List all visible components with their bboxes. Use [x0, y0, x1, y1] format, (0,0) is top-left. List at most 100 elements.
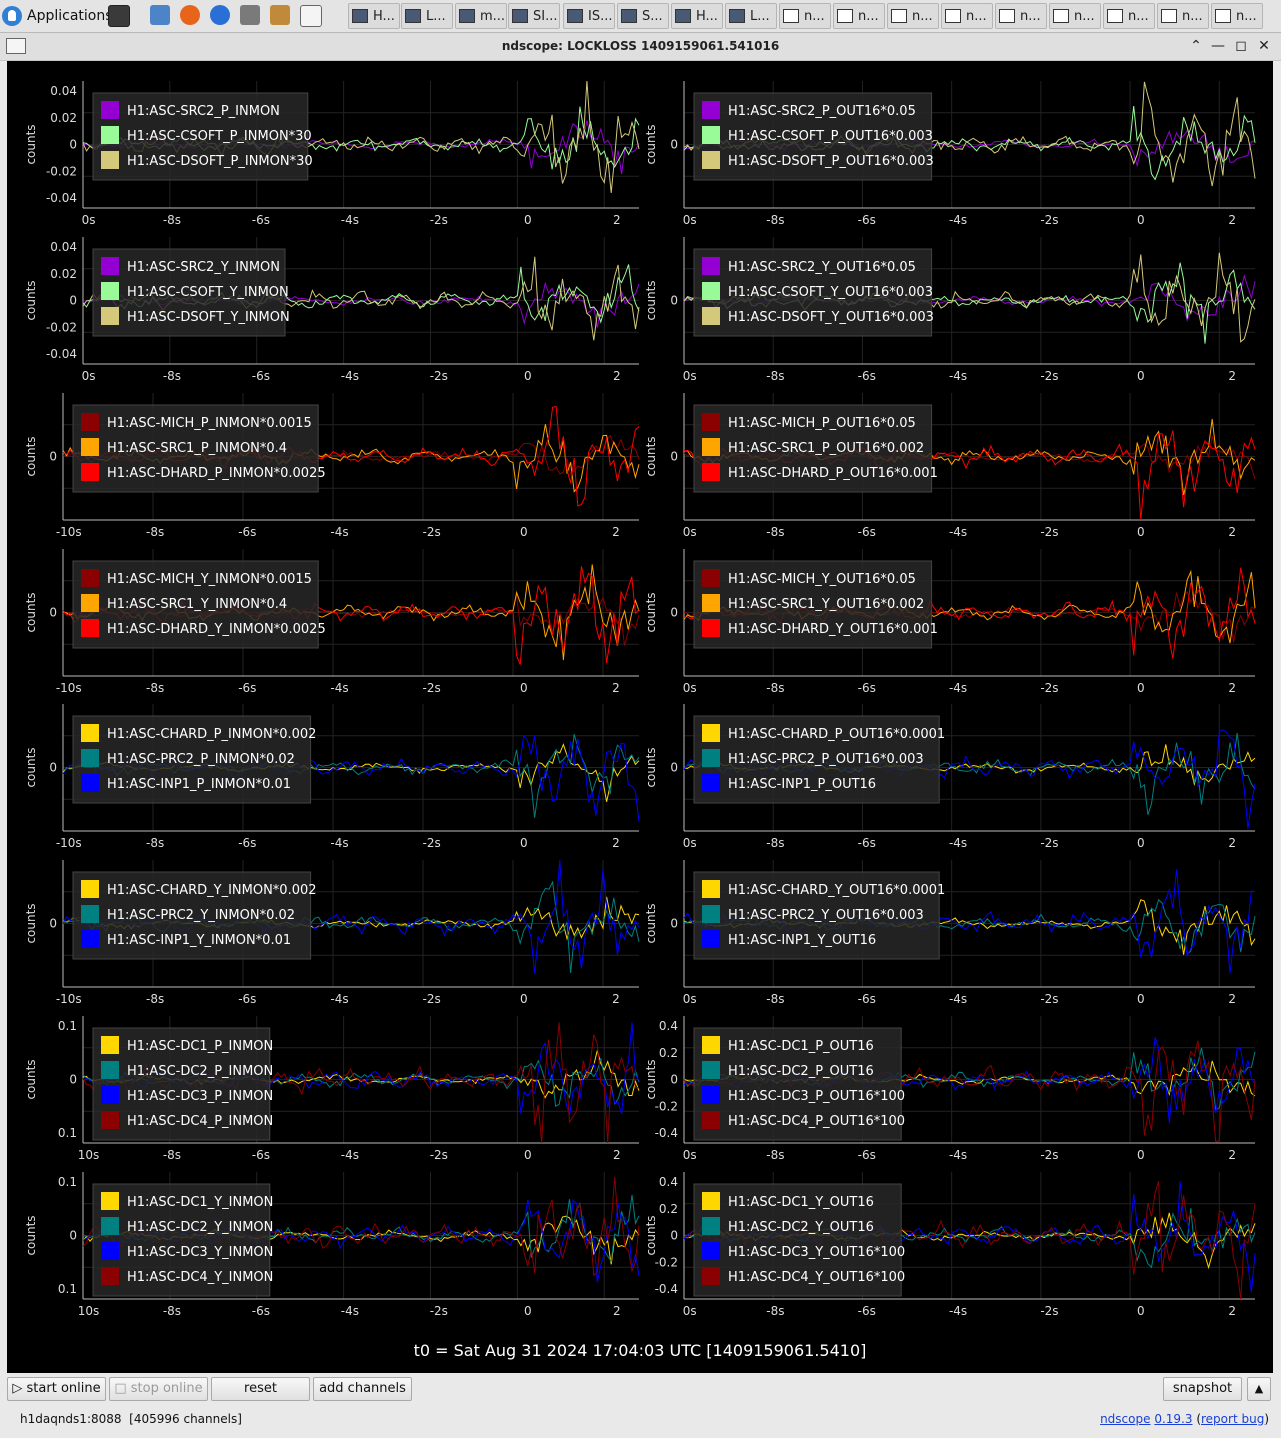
- legend-color-swatch: [81, 594, 99, 612]
- plot-panel[interactable]: counts 0 0s -8s -6s -4s -2s 0 2 H1:ASC-SRC2_Y_OUT…: [644, 237, 1256, 383]
- legend-label: H1:ASC-INP1_Y_INMON*0.01: [107, 933, 291, 948]
- x-tick-label: -6s: [858, 213, 876, 227]
- stop-online-button[interactable]: □ stop online: [109, 1377, 208, 1401]
- taskbar-window-button[interactable]: IS...: [563, 3, 615, 29]
- x-tick-label: -10s: [56, 836, 82, 850]
- x-tick-label: -4s: [330, 836, 348, 850]
- legend-color-swatch: [101, 1192, 119, 1210]
- legend-color-swatch: [101, 1267, 119, 1285]
- legend-label: H1:ASC-DSOFT_Y_INMON: [127, 310, 290, 325]
- x-tick-label: 10s: [78, 1148, 100, 1162]
- maximize-window-icon[interactable]: ◻: [1231, 36, 1251, 56]
- taskbar-window-button[interactable]: n...: [887, 3, 939, 29]
- file-manager-launcher-icon[interactable]: [150, 5, 170, 25]
- x-tick-label: -8s: [146, 525, 164, 539]
- x-tick-label: 0: [1137, 1148, 1145, 1162]
- shade-window-icon[interactable]: ⌃: [1186, 36, 1206, 56]
- ndscope-link[interactable]: ndscope: [1100, 1412, 1150, 1426]
- taskbar-window-label: n...: [1128, 8, 1149, 24]
- plot-panel[interactable]: counts 0 0s -8s -6s -4s -2s 0 2 H1:ASC-CHARD_Y_OU…: [644, 860, 1256, 1006]
- chromium-launcher-icon[interactable]: [210, 5, 230, 25]
- taskbar-window-button[interactable]: n...: [941, 3, 993, 29]
- plot-panel[interactable]: counts 0 0s -8s -6s -4s -2s 0 2 H1:ASC-MICH_P_OUT…: [644, 393, 1256, 539]
- taskbar-window-button[interactable]: n...: [779, 3, 831, 29]
- close-window-icon[interactable]: ✕: [1254, 36, 1274, 56]
- taskbar-window-button[interactable]: n...: [1211, 3, 1263, 29]
- taskbar-window-button[interactable]: H...: [671, 3, 723, 29]
- taskbar-window-button[interactable]: L...: [725, 3, 777, 29]
- x-tick-label: -6s: [858, 992, 876, 1006]
- plots-canvas[interactable]: counts 0.04 0.02 0 -0.02 -0.04 0s -8s -6s -4s -2s 0…: [7, 61, 1273, 1373]
- plot-panel[interactable]: counts 0 0s -8s -6s -4s -2s 0 2 H1:ASC-MICH_Y_OUT…: [644, 549, 1256, 695]
- x-tick-label: -8s: [766, 836, 784, 850]
- x-tick-label: 2: [612, 992, 620, 1006]
- start-online-button[interactable]: ▷ start online: [7, 1377, 106, 1401]
- plot-panel[interactable]: counts 0 -10s -8s -6s -4s -2s 0 2 H1:ASC-MICH_Y_I…: [24, 549, 640, 695]
- x-tick-label: 2: [1228, 681, 1236, 695]
- minimize-window-icon[interactable]: —: [1208, 36, 1228, 56]
- y-tick-label: 0.1: [58, 1019, 77, 1033]
- taskbar-window-button[interactable]: n...: [995, 3, 1047, 29]
- legend-color-swatch: [81, 619, 99, 637]
- plot-panel[interactable]: counts 0 0s -8s -6s -4s -2s 0 2 H1:ASC-CHARD_P_OU…: [644, 704, 1256, 850]
- legend-label: H1:ASC-SRC2_P_INMON: [127, 104, 280, 119]
- x-tick-label: -4s: [330, 525, 348, 539]
- plot-panel[interactable]: counts 0 -10s -8s -6s -4s -2s 0 2 H1:ASC-CHARD_Y_…: [24, 859, 640, 1006]
- x-tick-label: 2: [612, 681, 620, 695]
- taskbar-window-button[interactable]: n...: [1049, 3, 1101, 29]
- applications-label: Applications: [27, 8, 113, 24]
- legend-label: H1:ASC-DSOFT_P_INMON*30: [127, 154, 313, 169]
- snapshot-button[interactable]: snapshot: [1163, 1377, 1242, 1401]
- taskbar-window-button[interactable]: H...: [348, 3, 400, 29]
- people-launcher-icon[interactable]: [270, 5, 290, 25]
- legend-color-swatch: [702, 151, 720, 169]
- taskbar-window-label: n...: [912, 8, 933, 24]
- terminal-launcher-icon[interactable]: [108, 5, 130, 27]
- x-tick-label: -8s: [766, 525, 784, 539]
- y-axis-label: counts: [24, 280, 38, 320]
- plot-panel[interactable]: counts 0 -10s -8s -6s -4s -2s 0 2 H1:ASC-MICH_P_I…: [24, 393, 640, 539]
- x-tick-label: 0s: [683, 213, 697, 227]
- taskbar-window-button[interactable]: SI...: [508, 3, 560, 29]
- taskbar-window-button[interactable]: m...: [455, 3, 507, 29]
- y-tick-label: 0: [49, 917, 57, 931]
- plot-panel[interactable]: counts 0.4 0.2 0 -0.2 -0.4 0s -8s -6s -4s -2s 0 2 H1:…: [644, 1172, 1256, 1318]
- plot-panel[interactable]: counts 0 0s -8s -6s -4s -2s 0 2 H1:ASC-SRC2_P_OUT…: [644, 81, 1256, 227]
- plot-panel[interactable]: counts0.100.110s -8s -6s -4s -2s 0 2H1:ASC-DC1…: [24, 1016, 640, 1162]
- taskbar-window-button[interactable]: L...: [401, 3, 453, 29]
- expand-panel-icon[interactable]: ▲: [1247, 1377, 1271, 1401]
- report-bug-link[interactable]: report bug: [1201, 1412, 1264, 1426]
- taskbar-window-button[interactable]: n...: [1157, 3, 1209, 29]
- text-editor-launcher-icon[interactable]: [300, 5, 322, 27]
- y-tick-label: 0: [49, 450, 57, 464]
- plot-panel[interactable]: counts 0.04 0.02 0 -0.02 -0.04 0s -8s -6s -4s -2s 0…: [24, 237, 640, 383]
- distro-logo-icon: [2, 6, 22, 26]
- reset-button[interactable]: reset: [211, 1377, 310, 1401]
- taskbar-window-button[interactable]: S...: [617, 3, 669, 29]
- plot-panel[interactable]: counts 0.04 0.02 0 -0.02 -0.04 0s -8s -6s -4s -2s 0…: [24, 80, 640, 227]
- applications-menu[interactable]: Applications: [2, 3, 113, 29]
- plot-panel[interactable]: counts 0.4 0.2 0 -0.2 -0.4 0s -8s -6s -4s -2s 0 2 H1:…: [644, 1016, 1256, 1162]
- legend-box: H1:ASC-MICH_P_INMON*0.0015 H1:ASC-SRC1_P_…: [72, 404, 326, 493]
- plot-panel[interactable]: counts0.100.110s -8s -6s -4s -2s 0 2H1:ASC-DC1…: [24, 1172, 640, 1318]
- legend-color-swatch: [101, 1061, 119, 1079]
- add-channels-button[interactable]: add channels: [313, 1377, 412, 1401]
- share-launcher-icon[interactable]: [240, 5, 260, 25]
- firefox-launcher-icon[interactable]: [180, 5, 200, 25]
- legend-label: H1:ASC-CHARD_P_INMON*0.002: [107, 727, 316, 742]
- legend-box: H1:ASC-MICH_P_OUT16*0.05 H1:ASC-SRC1_P_OU…: [693, 404, 938, 493]
- legend-label: H1:ASC-INP1_P_OUT16: [728, 777, 876, 792]
- y-tick-label: -0.04: [46, 347, 77, 361]
- legend-label: H1:ASC-CHARD_P_OUT16*0.0001: [728, 727, 945, 742]
- legend-label: H1:ASC-CSOFT_P_INMON*30: [127, 129, 312, 144]
- plot-area[interactable]: counts 0.04 0.02 0 -0.02 -0.04 0s -8s -6s -4s -2s 0…: [7, 61, 1273, 1373]
- version-link[interactable]: 0.19.3: [1154, 1412, 1192, 1426]
- window-icon: [1107, 9, 1123, 23]
- x-tick-label: 0s: [683, 369, 697, 383]
- taskbar-window-button[interactable]: n...: [833, 3, 885, 29]
- window-icon: [621, 9, 637, 23]
- taskbar-window-button[interactable]: n...: [1103, 3, 1155, 29]
- legend-label: H1:ASC-DHARD_P_OUT16*0.001: [728, 466, 938, 481]
- plot-panel[interactable]: counts 0 -10s -8s -6s -4s -2s 0 2 H1:ASC-CHARD_P_…: [24, 704, 640, 850]
- taskbar: Applications H... L... m... SI... IS... S... H…: [0, 0, 1281, 33]
